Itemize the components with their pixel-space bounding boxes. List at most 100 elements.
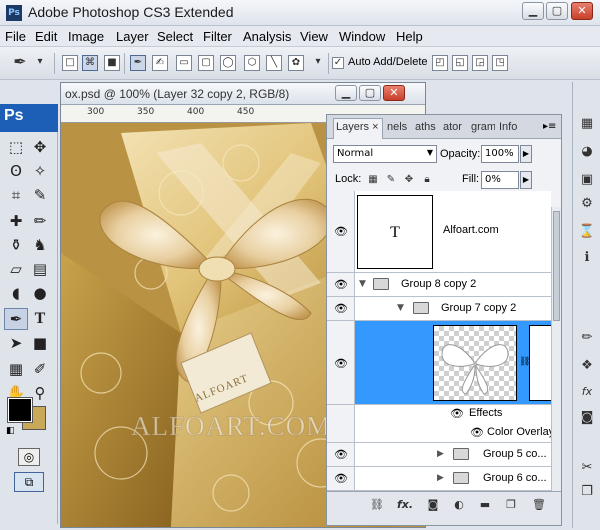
eye-icon[interactable]: 👁︎	[447, 407, 467, 420]
subtract-path-icon[interactable]: ◱	[452, 55, 468, 71]
ellipse-icon[interactable]: ◯	[220, 55, 236, 71]
info-icon[interactable]: ℹ	[577, 248, 597, 268]
tab-layers[interactable]: Layers ×	[333, 118, 383, 139]
blur-tool-icon[interactable]: ◖	[4, 282, 28, 304]
lock-all-icon[interactable]: 🔒︎	[421, 174, 433, 186]
tab-info[interactable]: Info	[497, 119, 523, 139]
menu-help[interactable]: Help	[396, 29, 423, 44]
menu-filter[interactable]: Filter	[203, 29, 232, 44]
layer-row-group7[interactable]: 👁︎ ▼ Group 7 copy 2	[327, 297, 551, 321]
effects-row[interactable]: 👁︎ Effects	[327, 405, 551, 423]
blend-mode-select[interactable]: Normal ▼	[333, 145, 437, 163]
eyedropper-icon[interactable]: ✐	[28, 358, 52, 380]
tab-navigator[interactable]: ator	[441, 119, 467, 139]
dodge-tool-icon[interactable]: ●	[28, 282, 52, 304]
healing-brush-icon[interactable]: ✚	[4, 210, 28, 232]
geometry-options-dropdown-icon[interactable]: ▾	[310, 55, 326, 71]
menu-file[interactable]: File	[5, 29, 26, 44]
rectangle-icon[interactable]: ▭	[176, 55, 192, 71]
styles-icon[interactable]: ⚙	[577, 194, 597, 214]
layer-row-group5[interactable]: 👁︎ ▶ Group 5 co...	[327, 443, 551, 467]
brush-tool-icon[interactable]: ✏	[28, 210, 52, 232]
opacity-slider-button[interactable]: ▶	[520, 145, 532, 163]
move-tool-icon[interactable]: ✥	[28, 136, 52, 158]
exclude-path-icon[interactable]: ◳	[492, 55, 508, 71]
expand-icon[interactable]: ▼	[397, 303, 404, 313]
add-to-path-icon[interactable]: ◰	[432, 55, 448, 71]
mask-thumbnail[interactable]	[529, 325, 553, 401]
paths-icon[interactable]: ⌘	[82, 55, 98, 71]
eye-icon[interactable]: 👁︎	[331, 357, 351, 370]
pen-icon[interactable]: ✒	[130, 55, 146, 71]
doc-maximize-button[interactable]: ▢	[359, 85, 381, 101]
lock-position-icon[interactable]: ✥	[403, 174, 415, 186]
clone-source-icon[interactable]: ❖	[577, 356, 597, 376]
lasso-tool-icon[interactable]: ʘ	[4, 160, 28, 182]
eye-icon[interactable]: 👁︎	[331, 278, 351, 291]
fill-input[interactable]: 0%	[481, 171, 519, 189]
tab-paths[interactable]: aths	[413, 119, 439, 139]
maximize-button[interactable]: ▢	[546, 2, 568, 20]
menu-view[interactable]: View	[300, 29, 328, 44]
tab-close-icon[interactable]: ×	[372, 121, 378, 133]
masks-icon[interactable]: ◙	[577, 408, 597, 428]
tab-histogram[interactable]: gram	[469, 119, 495, 139]
fill-pixels-icon[interactable]: ■	[104, 55, 120, 71]
tab-channels[interactable]: nels	[385, 119, 411, 139]
eye-icon[interactable]: 👁︎	[467, 426, 487, 439]
expand-icon[interactable]: ▶	[437, 449, 444, 459]
default-colors-icon[interactable]: ◧	[6, 426, 16, 436]
foreground-color-swatch[interactable]	[7, 397, 33, 423]
layer-comps-icon[interactable]: ❐	[577, 482, 597, 502]
adjustment-layer-icon[interactable]: ◐	[451, 498, 467, 512]
rounded-rectangle-icon[interactable]: ▢	[198, 55, 214, 71]
eye-icon[interactable]: 👁︎	[331, 225, 351, 238]
lock-image-icon[interactable]: ✎	[385, 174, 397, 186]
eye-icon[interactable]: 👁︎	[331, 302, 351, 315]
history-icon[interactable]: ⌛	[577, 222, 597, 242]
link-layers-icon[interactable]: ⛓	[369, 498, 385, 512]
layer-row-group8[interactable]: 👁︎ ▼ Group 8 copy 2	[327, 273, 551, 297]
add-mask-icon[interactable]: ◙	[425, 498, 441, 512]
intersect-path-icon[interactable]: ◲	[472, 55, 488, 71]
menu-layer[interactable]: Layer	[116, 29, 149, 44]
layer-row-group6[interactable]: 👁︎ ▶ Group 6 co...	[327, 467, 551, 491]
panel-menu-icon[interactable]: ▸≡	[543, 121, 556, 132]
line-icon[interactable]: ╲	[266, 55, 282, 71]
notes-tool-icon[interactable]: ▦	[4, 358, 28, 380]
quick-mask-icon[interactable]: ◎	[18, 448, 40, 466]
layers-scrollbar[interactable]	[551, 207, 561, 491]
magic-wand-icon[interactable]: ✧	[28, 160, 52, 182]
opacity-input[interactable]: 100%	[481, 145, 519, 163]
navigator-icon[interactable]: ▦	[577, 114, 597, 134]
shape-tool-icon[interactable]: ■	[28, 332, 52, 354]
new-group-icon[interactable]: ▬	[477, 498, 493, 512]
polygon-icon[interactable]: ⬡	[244, 55, 260, 71]
close-button[interactable]: ✕	[571, 2, 593, 20]
color-icon[interactable]: ◕	[577, 142, 597, 162]
expand-icon[interactable]: ▼	[359, 279, 366, 289]
doc-close-button[interactable]: ✕	[383, 85, 405, 101]
custom-shape-icon[interactable]: ✿	[288, 55, 304, 71]
new-layer-icon[interactable]: ❐	[503, 498, 519, 512]
swatches-icon[interactable]: ▣	[577, 170, 597, 190]
layer-row-text[interactable]: 👁︎ T Alfoart.com	[327, 191, 551, 273]
tools-icon[interactable]: ✂	[577, 458, 597, 478]
eye-icon[interactable]: 👁︎	[331, 472, 351, 485]
doc-minimize-button[interactable]: ▁	[335, 85, 357, 101]
trash-icon[interactable]: 🗑︎	[531, 498, 547, 512]
gradient-tool-icon[interactable]: ▤	[28, 258, 52, 280]
crop-tool-icon[interactable]: ⌗	[4, 184, 28, 206]
minimize-button[interactable]: ▁	[522, 2, 544, 20]
fill-slider-button[interactable]: ▶	[520, 171, 532, 189]
history-brush-icon[interactable]: ♞	[28, 234, 52, 256]
menu-analysis[interactable]: Analysis	[243, 29, 291, 44]
lock-transparent-icon[interactable]: ▦	[367, 174, 379, 186]
color-overlay-row[interactable]: 👁︎ Color Overlay	[327, 423, 554, 443]
pen-tool-preset-icon[interactable]: ✒	[12, 54, 28, 71]
preset-dropdown-icon[interactable]: ▾	[32, 55, 48, 71]
eye-icon[interactable]: 👁︎	[331, 448, 351, 461]
pen-tool-icon[interactable]: ✒	[4, 308, 28, 330]
scrollbar-thumb[interactable]	[553, 211, 560, 321]
path-selection-icon[interactable]: ➤	[4, 332, 28, 354]
